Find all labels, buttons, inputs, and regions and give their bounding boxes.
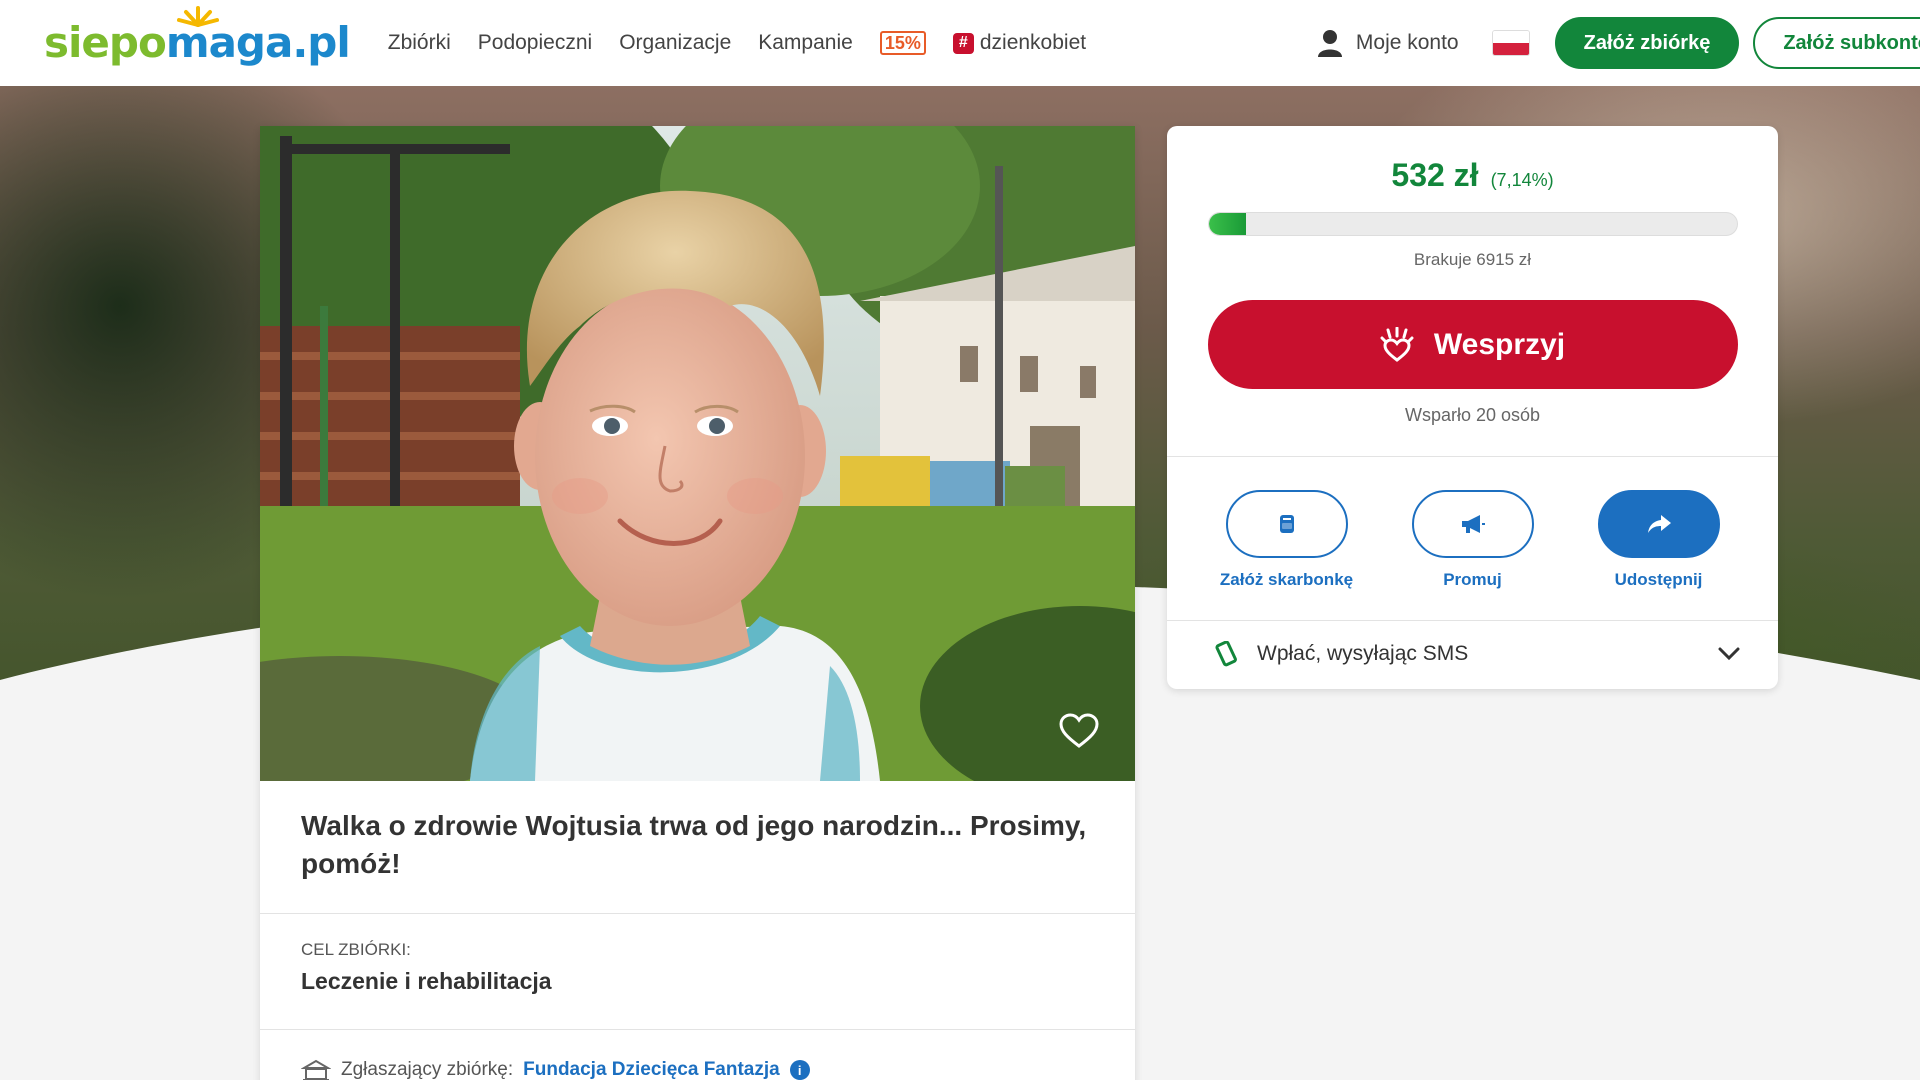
organizer-prefix: Zgłaszający zbiórkę: bbox=[341, 1059, 514, 1080]
account-label: Moje konto bbox=[1355, 31, 1459, 54]
chevron-down-icon[interactable] bbox=[1718, 647, 1740, 661]
progress-bar-fill bbox=[1208, 213, 1247, 235]
heart-hand-icon bbox=[1380, 326, 1414, 362]
raised-percent: (7,14%) bbox=[1490, 170, 1554, 190]
goal-label: CEL ZBIÓRKI: bbox=[301, 940, 411, 959]
main-nav: Zbiórki Podopieczni Organizacje Kampanie… bbox=[388, 31, 1086, 56]
info-icon[interactable]: i bbox=[789, 1060, 810, 1080]
hashtag-label: dzienkobiet bbox=[979, 31, 1087, 54]
organizer-row: Zgłaszający zbiórkę: Fundacja Dziecięca … bbox=[260, 1030, 1135, 1080]
favorite-heart-icon[interactable] bbox=[1059, 713, 1099, 749]
donation-actions: Załóż skarbonkę Promuj Udostępnij bbox=[1167, 457, 1778, 620]
site-header: siepo maga.pl Zbiórki Podopieczni Organiz… bbox=[0, 0, 1920, 86]
share-label: Udostępnij bbox=[1614, 570, 1703, 589]
share-action[interactable]: Udostępnij bbox=[1585, 490, 1733, 590]
missing-amount: Brakuje 6915 zł bbox=[1413, 250, 1532, 269]
promote-button[interactable] bbox=[1411, 490, 1534, 558]
logo-text-part1: siepo bbox=[44, 18, 167, 67]
organizer-link[interactable]: Fundacja Dziecięca Fantazja bbox=[523, 1059, 780, 1080]
nav-item-organizations[interactable]: Organizacje bbox=[619, 31, 731, 55]
create-piggybank-label: Załóż skarbonkę bbox=[1219, 570, 1354, 589]
nav-item-campaigns[interactable]: Kampanie bbox=[758, 31, 853, 55]
site-logo[interactable]: siepo maga.pl bbox=[44, 6, 351, 73]
progress-bar bbox=[1207, 212, 1738, 236]
user-icon bbox=[1317, 30, 1342, 57]
nav-item-beneficiaries[interactable]: Podopieczni bbox=[478, 31, 592, 55]
megaphone-icon bbox=[1461, 515, 1485, 533]
goal-value: Leczenie i rehabilitacja bbox=[301, 968, 552, 994]
nav-item-fundraisers[interactable]: Zbiórki bbox=[388, 31, 451, 55]
support-button[interactable]: Wesprzyj bbox=[1207, 300, 1738, 389]
campaign-photo bbox=[260, 126, 1135, 781]
create-subaccount-button[interactable]: Załóż subkonto bbox=[1753, 17, 1920, 69]
raised-amount: 532 zł bbox=[1391, 157, 1479, 193]
campaign-title: Walka o zdrowie Wojtusia trwa od jego na… bbox=[301, 810, 1087, 879]
campaign-goal-section: CEL ZBIÓRKI: Leczenie i rehabilitacja bbox=[260, 914, 1135, 1030]
nav-item-hashtag[interactable]: # dzienkobiet bbox=[952, 31, 1087, 55]
language-flag-pl-icon[interactable] bbox=[1492, 31, 1529, 55]
share-button[interactable] bbox=[1597, 490, 1720, 558]
sms-payment-toggle[interactable]: Wpłać, wysyłając SMS bbox=[1167, 621, 1778, 687]
donation-card: 532 zł (7,14%) Brakuje 6915 zł Wesprzyj … bbox=[1167, 126, 1778, 689]
piggy-bank-icon bbox=[1279, 515, 1294, 533]
organization-icon bbox=[301, 1059, 331, 1080]
share-icon bbox=[1647, 515, 1671, 533]
promote-label: Promuj bbox=[1443, 570, 1502, 589]
sms-payment-label: Wpłać, wysyłając SMS bbox=[1257, 642, 1469, 665]
campaign-title-section: Walka o zdrowie Wojtusia trwa od jego na… bbox=[260, 781, 1135, 914]
campaign-card: Walka o zdrowie Wojtusia trwa od jego na… bbox=[260, 126, 1135, 1080]
campaign-photo-image bbox=[260, 126, 1135, 781]
create-fundraiser-button[interactable]: Załóż zbiórkę bbox=[1554, 17, 1740, 69]
phone-icon bbox=[1215, 641, 1237, 667]
promote-action[interactable]: Promuj bbox=[1399, 490, 1547, 590]
amount-row: 532 zł (7,14%) bbox=[1167, 157, 1778, 194]
logo-sun-icon bbox=[177, 6, 219, 27]
percent-badge: 15% bbox=[879, 31, 926, 56]
account-link[interactable]: Moje konto bbox=[1317, 29, 1459, 57]
create-piggybank-button[interactable] bbox=[1225, 490, 1348, 558]
nav-item-15-percent[interactable]: 15% bbox=[879, 31, 926, 56]
hashtag-icon: # bbox=[952, 32, 974, 54]
create-piggybank-action[interactable]: Załóż skarbonkę bbox=[1213, 490, 1361, 590]
header-actions: Moje konto Załóż zbiórkę Załóż subkonto bbox=[1317, 0, 1920, 86]
supporters-count: Wsparło 20 osób bbox=[1404, 405, 1541, 425]
support-button-label: Wesprzyj bbox=[1433, 327, 1566, 361]
